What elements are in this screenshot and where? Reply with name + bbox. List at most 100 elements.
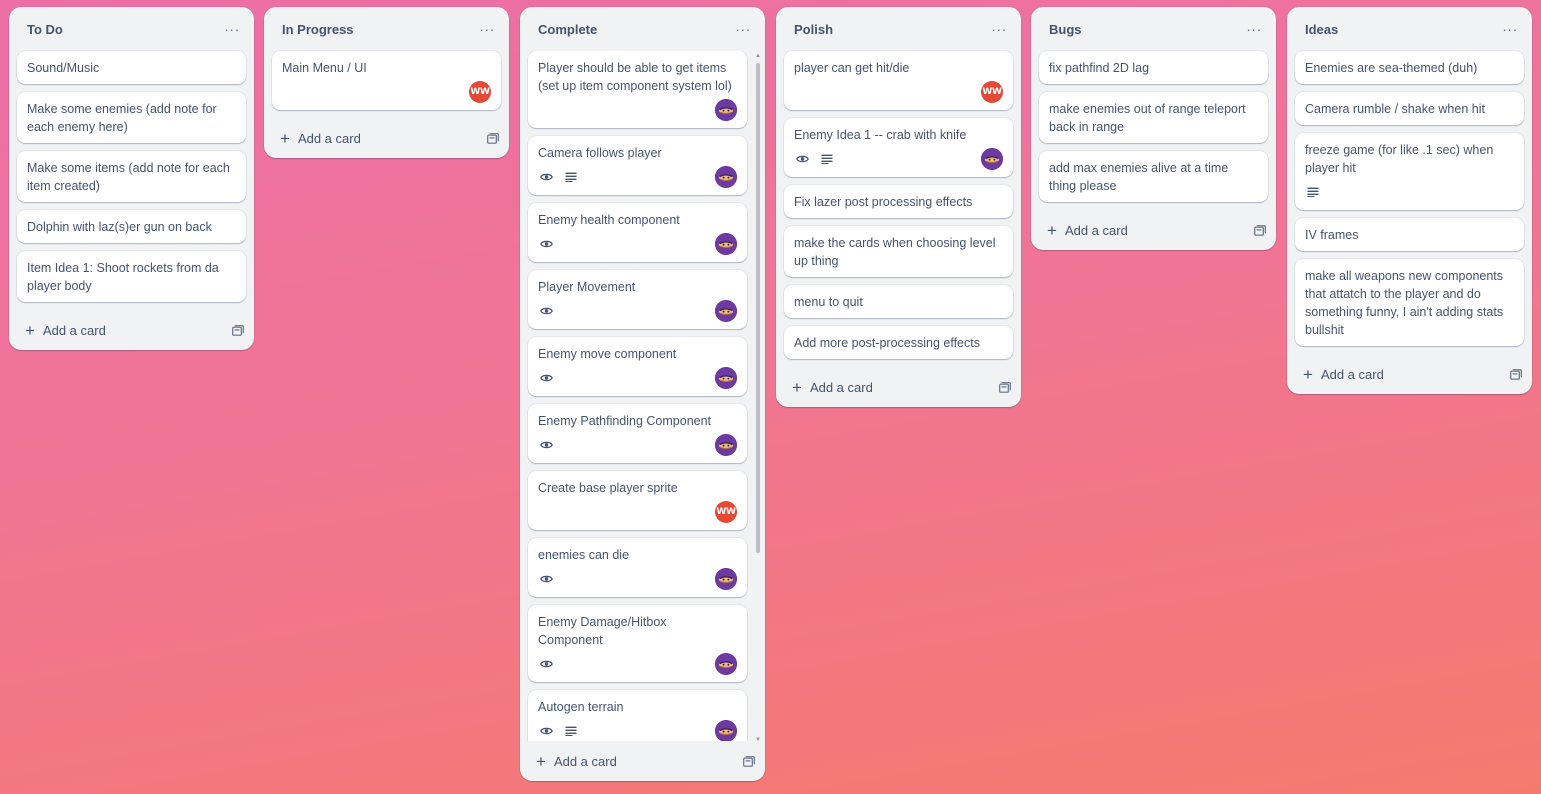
card[interactable]: Add more post-processing effects [784, 326, 1013, 359]
list-ideas[interactable]: Ideas ··· Enemies are sea-themed (duh) Came… [1287, 7, 1532, 394]
member-avatar[interactable]: WW [469, 81, 491, 103]
card[interactable]: Enemy move component [528, 337, 747, 396]
create-from-template-icon[interactable] [743, 755, 755, 767]
card[interactable]: Player Movement [528, 270, 747, 329]
card-title: Add more post-processing effects [794, 336, 980, 350]
list-in-progress[interactable]: In Progress ··· Main Menu / UI WW + Add a car… [264, 7, 509, 158]
add-card-button[interactable]: + Add a card [1047, 222, 1128, 239]
card[interactable]: make all weapons new components that att… [1295, 259, 1524, 346]
card[interactable]: Dolphin with laz(s)er gun on back [17, 210, 246, 243]
card-title: enemies can die [538, 548, 630, 562]
add-card-button[interactable]: + Add a card [25, 322, 106, 339]
plus-icon: + [792, 377, 802, 397]
more-options-icon[interactable]: ··· [987, 17, 1011, 41]
card-badges [538, 659, 553, 669]
card-title: Enemy move component [538, 347, 677, 361]
card[interactable]: Camera follows player [528, 136, 747, 195]
card[interactable]: fix pathfind 2D lag [1039, 51, 1268, 84]
card-title: freeze game (for like .1 sec) when playe… [1305, 143, 1494, 175]
card[interactable]: Fix lazer post processing effects [784, 185, 1013, 218]
scroll-up-arrow-icon[interactable]: ▲ [755, 53, 761, 59]
list-title[interactable]: Polish [794, 22, 833, 37]
card-title: Enemy Idea 1 -- crab with knife [794, 128, 967, 142]
add-card-button[interactable]: + Add a card [1303, 366, 1384, 383]
member-avatar-image[interactable] [981, 148, 1003, 170]
member-avatar-image[interactable] [715, 568, 737, 590]
card-list: Main Menu / UI WW [264, 51, 509, 110]
list-title[interactable]: Complete [538, 22, 597, 37]
create-from-template-icon[interactable] [232, 324, 244, 336]
list-title[interactable]: Bugs [1049, 22, 1082, 37]
card-title: Main Menu / UI [282, 61, 367, 75]
card[interactable]: enemies can die [528, 538, 747, 597]
member-avatar-image[interactable] [715, 166, 737, 188]
card[interactable]: menu to quit [784, 285, 1013, 318]
plus-icon: + [536, 751, 546, 771]
card[interactable]: IV frames [1295, 218, 1524, 251]
card[interactable]: Create base player sprite WW [528, 471, 747, 530]
add-card-button[interactable]: + Add a card [536, 753, 617, 770]
more-options-icon[interactable]: ··· [731, 17, 755, 41]
card[interactable]: Enemy Damage/Hitbox Component [528, 605, 747, 682]
add-card-label: Add a card [809, 379, 873, 395]
eye-icon [796, 154, 809, 164]
more-options-icon[interactable]: ··· [1498, 17, 1522, 41]
scroll-down-arrow-icon[interactable]: ▼ [755, 737, 761, 743]
list-bugs[interactable]: Bugs ··· fix pathfind 2D lag make enemies o… [1031, 7, 1276, 250]
card[interactable]: Item Idea 1: Shoot rockets from da playe… [17, 251, 246, 302]
member-avatar-image[interactable] [715, 434, 737, 456]
member-avatar[interactable]: WW [981, 81, 1003, 103]
card[interactable]: freeze game (for like .1 sec) when playe… [1295, 133, 1524, 210]
card[interactable]: Enemy Idea 1 -- crab with knife [784, 118, 1013, 177]
card[interactable]: Enemy Pathfinding Component [528, 404, 747, 463]
card-title: Enemy health component [538, 213, 680, 227]
scrollbar[interactable]: ▲ ▼ [755, 53, 761, 743]
card[interactable]: Make some enemies (add note for each ene… [17, 92, 246, 143]
card[interactable]: Make some items (add note for each item … [17, 151, 246, 202]
member-avatar-image[interactable] [715, 233, 737, 255]
member-avatar-image[interactable] [715, 653, 737, 675]
create-from-template-icon[interactable] [1254, 224, 1266, 236]
card[interactable]: player can get hit/die WW [784, 51, 1013, 110]
list-to-do[interactable]: To Do ··· Sound/Music Make some enemies (ad… [9, 7, 254, 350]
card[interactable]: Enemies are sea-themed (duh) [1295, 51, 1524, 84]
card-badges [538, 574, 553, 584]
more-options-icon[interactable]: ··· [1242, 17, 1266, 41]
list-polish[interactable]: Polish ··· player can get hit/die WW Enemy I… [776, 7, 1021, 407]
card[interactable]: Sound/Music [17, 51, 246, 84]
card[interactable]: add max enemies alive at a time thing pl… [1039, 151, 1268, 202]
card-title: menu to quit [794, 295, 863, 309]
card[interactable]: Enemy health component [528, 203, 747, 262]
card-badges-row [538, 367, 737, 389]
more-options-icon[interactable]: ··· [220, 17, 244, 41]
list-title[interactable]: In Progress [282, 22, 354, 37]
list-title[interactable]: To Do [27, 22, 63, 37]
list-complete[interactable]: Complete ··· Player should be able to get … [520, 7, 765, 781]
card-title: Fix lazer post processing effects [794, 195, 973, 209]
member-avatar-image[interactable] [715, 367, 737, 389]
card[interactable]: make the cards when choosing level up th… [784, 226, 1013, 277]
create-from-template-icon[interactable] [487, 132, 499, 144]
create-from-template-icon[interactable] [1510, 368, 1522, 380]
member-avatar-image[interactable] [715, 300, 737, 322]
card-title: Enemy Damage/Hitbox Component [538, 615, 667, 647]
card[interactable]: Autogen terrain [528, 690, 747, 741]
card-title: fix pathfind 2D lag [1049, 61, 1150, 75]
add-card-button[interactable]: + Add a card [792, 379, 873, 396]
scroll-thumb[interactable] [756, 63, 760, 553]
card[interactable]: Player should be able to get items (set … [528, 51, 747, 128]
card-title: Dolphin with laz(s)er gun on back [27, 220, 212, 234]
more-options-icon[interactable]: ··· [475, 17, 499, 41]
member-avatar-image[interactable] [715, 99, 737, 121]
card-list: fix pathfind 2D lag make enemies out of r… [1031, 51, 1276, 202]
card[interactable]: Camera rumble / shake when hit [1295, 92, 1524, 125]
list-title[interactable]: Ideas [1305, 22, 1338, 37]
member-avatar[interactable]: WW [715, 501, 737, 523]
member-avatar-image[interactable] [715, 720, 737, 741]
add-card-label: Add a card [42, 322, 106, 338]
card-list[interactable]: Player should be able to get items (set … [520, 51, 765, 741]
card[interactable]: Main Menu / UI WW [272, 51, 501, 110]
create-from-template-icon[interactable] [999, 381, 1011, 393]
add-card-button[interactable]: + Add a card [280, 130, 361, 147]
card[interactable]: make enemies out of range teleport back … [1039, 92, 1268, 143]
